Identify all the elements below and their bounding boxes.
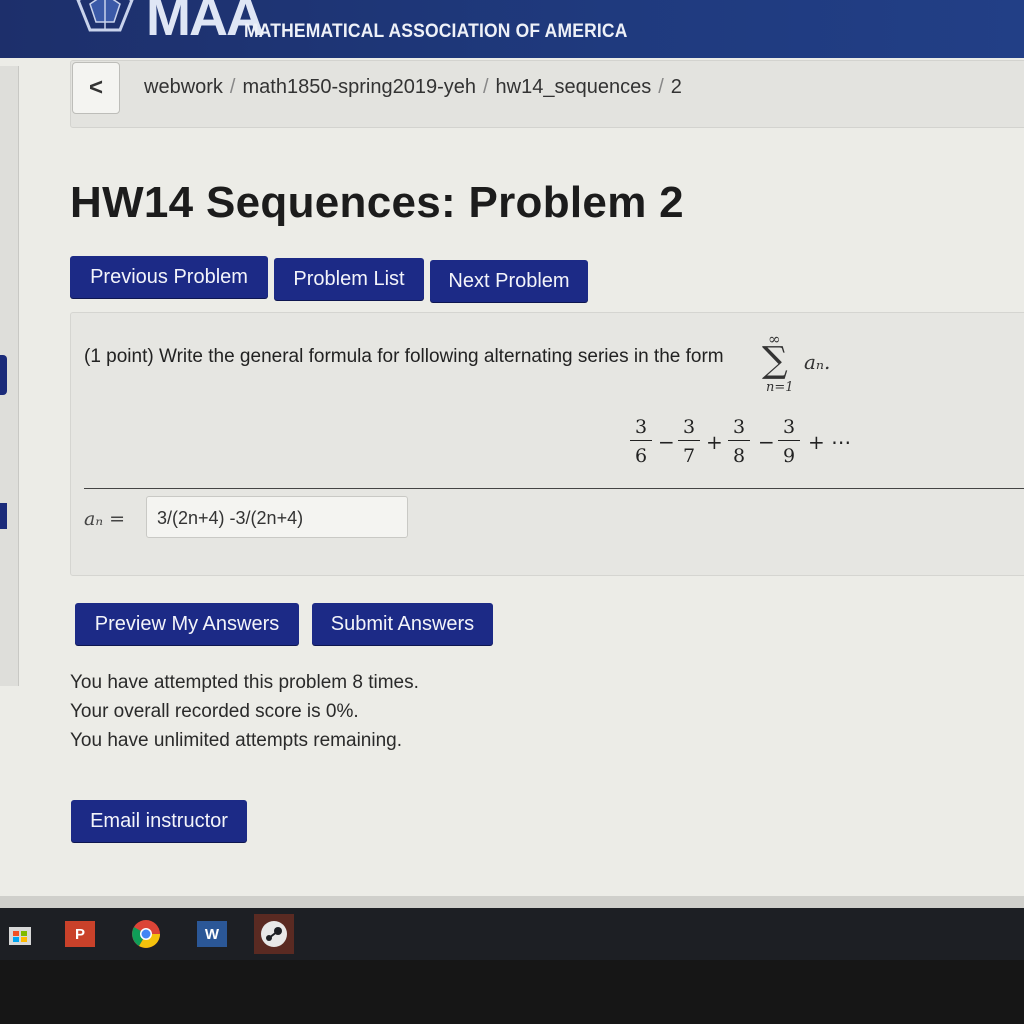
problem-divider: [84, 488, 1024, 489]
maa-logo-icon: [76, 0, 134, 32]
summation-lower-limit: n=1: [766, 380, 794, 395]
answer-input[interactable]: 3/(2n+4) -3/(2n+4): [146, 496, 408, 538]
left-side-tab[interactable]: [0, 355, 7, 395]
attempt-status: You have attempted this problem 8 times.…: [70, 668, 419, 755]
series-fraction: 37: [678, 416, 700, 467]
breadcrumb-item-webwork[interactable]: webwork: [144, 76, 223, 98]
summation-notation: ∞ ∑ n=1 aₙ.: [762, 330, 842, 400]
breadcrumb-trail: webwork / math1850-spring2019-yeh / hw14_seq…: [144, 76, 682, 98]
preview-answers-button[interactable]: Preview My Answers: [75, 603, 299, 645]
monitor-frame: [0, 960, 1024, 1024]
series-operator: −: [658, 430, 675, 454]
series-fraction: 39: [778, 416, 800, 467]
series-operator: +: [706, 430, 723, 454]
problem-prompt: (1 point) Write the general formula for …: [84, 346, 724, 367]
powerpoint-icon[interactable]: P: [60, 914, 100, 954]
series-fraction: 36: [630, 416, 652, 467]
answer-label: aₙ =: [84, 508, 125, 530]
next-problem-button[interactable]: Next Problem: [430, 260, 588, 302]
summation-sign: ∑: [762, 340, 788, 381]
series-operator: −: [758, 430, 775, 454]
breadcrumb-item-set[interactable]: hw14_sequences: [496, 76, 652, 98]
maa-banner: MAA MATHEMATICAL ASSOCIATION OF AMERICA: [0, 0, 1024, 58]
previous-problem-button[interactable]: Previous Problem: [70, 256, 268, 298]
breadcrumb-item-course[interactable]: math1850-spring2019-yeh: [242, 76, 476, 98]
problem-list-button[interactable]: Problem List: [274, 258, 424, 300]
series-fraction: 38: [728, 416, 750, 467]
page-title: HW14 Sequences: Problem 2: [70, 178, 684, 227]
breadcrumb-item-problem: 2: [670, 76, 682, 98]
organization-name: MATHEMATICAL ASSOCIATION OF AMERICA: [244, 21, 628, 42]
word-icon[interactable]: W: [192, 914, 232, 954]
remaining-attempts-text: You have unlimited attempts remaining.: [70, 730, 402, 751]
chrome-icon[interactable]: [126, 914, 166, 954]
series-operator: + ⋯: [808, 430, 852, 454]
back-button[interactable]: <: [72, 62, 120, 114]
left-side-tab[interactable]: [0, 503, 7, 529]
attempts-count-text: You have attempted this problem 8 times.: [70, 672, 419, 693]
summation-term: aₙ.: [804, 350, 831, 374]
score-text: Your overall recorded score is 0%.: [70, 701, 359, 722]
email-instructor-button[interactable]: Email instructor: [71, 800, 247, 842]
store-icon[interactable]: [0, 914, 40, 954]
submit-answers-button[interactable]: Submit Answers: [312, 603, 493, 645]
steam-icon[interactable]: [254, 914, 294, 954]
